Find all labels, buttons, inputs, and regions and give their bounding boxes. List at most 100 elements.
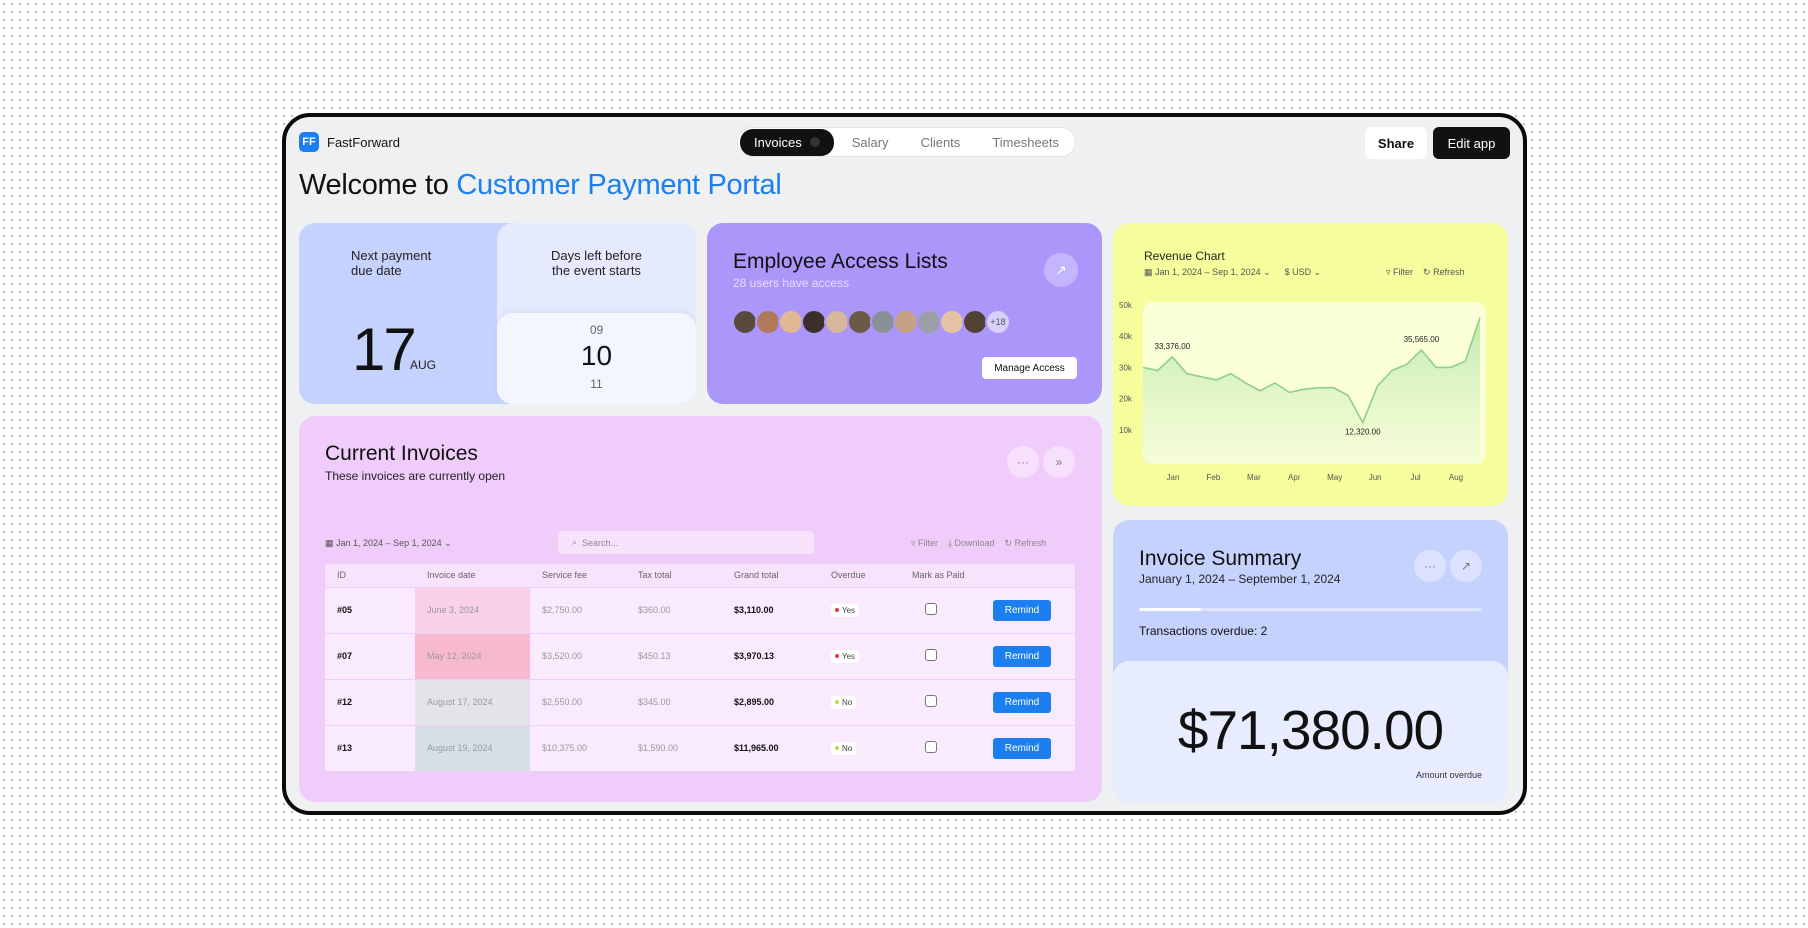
overdue-cell: Yes: [819, 586, 900, 633]
open-arrow-icon[interactable]: ↗: [1044, 253, 1078, 287]
countdown-label-line1: Days left before: [550, 248, 643, 263]
column-header[interactable]: Invoice date: [415, 564, 530, 587]
invoice-date: August 17, 2024: [415, 678, 530, 725]
column-header[interactable]: Mark as Paid: [900, 564, 981, 587]
payment-due-label-line2: due date: [351, 263, 402, 278]
tab-timesheets[interactable]: Timesheets: [978, 129, 1073, 156]
overdue-badge: Yes: [831, 649, 860, 663]
countdown-label: Days left before the event starts: [497, 248, 696, 278]
status-dot-icon: [835, 654, 839, 658]
service-fee: $2,550.00: [530, 678, 626, 725]
filter-icon: ▿: [1386, 267, 1394, 277]
remind-button[interactable]: Remind: [993, 599, 1051, 621]
more-options-icon[interactable]: ···: [1414, 550, 1446, 582]
invoices-filter-button[interactable]: ▿ Filter: [911, 538, 938, 549]
mark-as-paid-checkbox[interactable]: [925, 649, 937, 661]
revenue-filter-label: Filter: [1393, 267, 1414, 277]
currency-select[interactable]: $ USD ⌄: [1285, 267, 1322, 278]
invoices-refresh-button[interactable]: ↻ Refresh: [1005, 538, 1047, 549]
overdue-cell: Yes: [819, 632, 900, 679]
share-button[interactable]: Share: [1365, 127, 1427, 159]
remind-button[interactable]: Remind: [993, 645, 1051, 667]
table-header-row: ID Invoice date Service fee Tax total Gr…: [325, 564, 1075, 587]
app-name: FastForward: [327, 134, 400, 150]
invoices-date-range[interactable]: ▦ Jan 1, 2024 – Sep 1, 2024 ⌄: [325, 538, 452, 549]
table-row[interactable]: #07 May 12, 2024 $3,520.00 $450.13 $3,970.13…: [325, 632, 1075, 679]
countdown-wheel[interactable]: 09 10 11: [497, 313, 696, 404]
avatar-more-count[interactable]: +18: [985, 309, 1011, 335]
more-options-icon[interactable]: ···: [1007, 446, 1039, 478]
table-row[interactable]: #12 August 17, 2024 $2,550.00 $345.00 $2,895…: [325, 678, 1075, 725]
overdue-cell: No: [819, 678, 900, 725]
column-header[interactable]: Overdue: [819, 564, 900, 587]
mark-paid-cell: [900, 724, 981, 771]
revenue-refresh-button[interactable]: ↻ Refresh: [1423, 267, 1465, 278]
invoices-subtitle: These invoices are currently open: [325, 469, 506, 483]
tab-salary[interactable]: Salary: [838, 129, 903, 156]
tab-label: Invoices: [754, 134, 802, 150]
mark-paid-cell: [900, 678, 981, 725]
overdue-label: Yes: [842, 651, 856, 661]
open-arrow-icon[interactable]: ↗: [1450, 550, 1482, 582]
invoice-date: June 3, 2024: [415, 586, 530, 633]
revenue-date-range[interactable]: ▦ Jan 1, 2024 – Sep 1, 2024 ⌄: [1144, 267, 1271, 278]
x-tick-label: May: [1327, 473, 1342, 482]
invoice-id: #12: [325, 678, 415, 725]
x-tick-label: Mar: [1247, 473, 1261, 482]
remind-button[interactable]: Remind: [993, 737, 1051, 759]
overdue-label: No: [842, 743, 853, 753]
x-tick-label: Apr: [1288, 473, 1301, 482]
search-placeholder: Search...: [582, 537, 619, 548]
mark-as-paid-checkbox[interactable]: [925, 603, 937, 615]
employee-access-card: Employee Access Lists 28 users have acce…: [707, 223, 1102, 404]
countdown-label-line2: the event starts: [552, 263, 641, 278]
chevron-down-icon: ⌄: [1260, 267, 1271, 277]
expand-icon[interactable]: »: [1043, 446, 1075, 478]
edit-app-button[interactable]: Edit app: [1433, 127, 1510, 159]
avatar-group[interactable]: +18: [732, 309, 1011, 335]
access-title: Employee Access Lists: [733, 250, 948, 273]
payment-due-month: AUG: [410, 358, 437, 372]
y-tick-label: 50k: [1119, 301, 1133, 310]
countdown-next: 11: [590, 377, 603, 391]
table-row[interactable]: #13 August 19, 2024 $10,375.00 $1,590.00 $11…: [325, 724, 1075, 771]
revenue-filter-button[interactable]: ▿ Filter: [1386, 267, 1413, 278]
invoices-download-button[interactable]: ⤓ Download: [948, 538, 995, 549]
invoices-filter-label: Filter: [918, 538, 939, 548]
column-header[interactable]: Service fee: [530, 564, 626, 587]
invoices-date-range-label: Jan 1, 2024 – Sep 1, 2024: [336, 538, 442, 548]
revenue-chart-title: Revenue Chart: [1144, 249, 1225, 263]
overdue-cell: No: [819, 724, 900, 771]
revenue-area-chart[interactable]: 50k 40k 30k 20k 10k 33,376.00 12,320.00 35,565.…: [1113, 288, 1508, 506]
summary-progress-fill: [1139, 608, 1201, 611]
countdown-current: 10: [580, 340, 613, 371]
manage-access-button[interactable]: Manage Access: [982, 357, 1077, 379]
mark-as-paid-checkbox[interactable]: [925, 741, 937, 754]
invoices-refresh-label: Refresh: [1014, 538, 1047, 548]
tab-clients[interactable]: Clients: [907, 129, 975, 156]
filter-icon: ▿: [911, 538, 919, 548]
column-header[interactable]: ID: [325, 564, 415, 587]
x-tick-label: Jan: [1167, 473, 1180, 482]
column-header[interactable]: Tax total: [626, 564, 722, 587]
table-row[interactable]: #05 June 3, 2024 $2,750.00 $360.00 $3,110.00…: [325, 586, 1075, 633]
tax-total: $1,590.00: [626, 724, 722, 771]
search-input[interactable]: ⌕ Search...: [558, 531, 814, 554]
tab-bar: Invoices Salary Clients Timesheets: [737, 127, 1077, 157]
mark-as-paid-checkbox[interactable]: [925, 695, 937, 707]
tab-invoices[interactable]: Invoices: [740, 128, 834, 156]
y-tick-label: 40k: [1119, 332, 1133, 341]
remind-cell: Remind: [981, 586, 1075, 633]
chevron-down-icon: ⌄: [441, 538, 452, 548]
column-header[interactable]: Grand total: [722, 564, 819, 587]
page-title-accent: Customer Payment Portal: [456, 169, 782, 201]
summary-subtitle: January 1, 2024 – September 1, 2024: [1139, 572, 1341, 586]
app-window: FF FastForward Invoices Salary Clients T…: [282, 113, 1527, 815]
status-dot-icon: [835, 608, 839, 612]
y-tick-label: 30k: [1119, 363, 1133, 372]
page-title-prefix: Welcome to: [299, 169, 457, 201]
remind-cell: Remind: [981, 678, 1075, 725]
payment-due-card: Next payment due date 17 AUG Days left b…: [299, 223, 696, 404]
remind-button[interactable]: Remind: [993, 691, 1051, 713]
brand[interactable]: FF FastForward: [299, 132, 400, 152]
